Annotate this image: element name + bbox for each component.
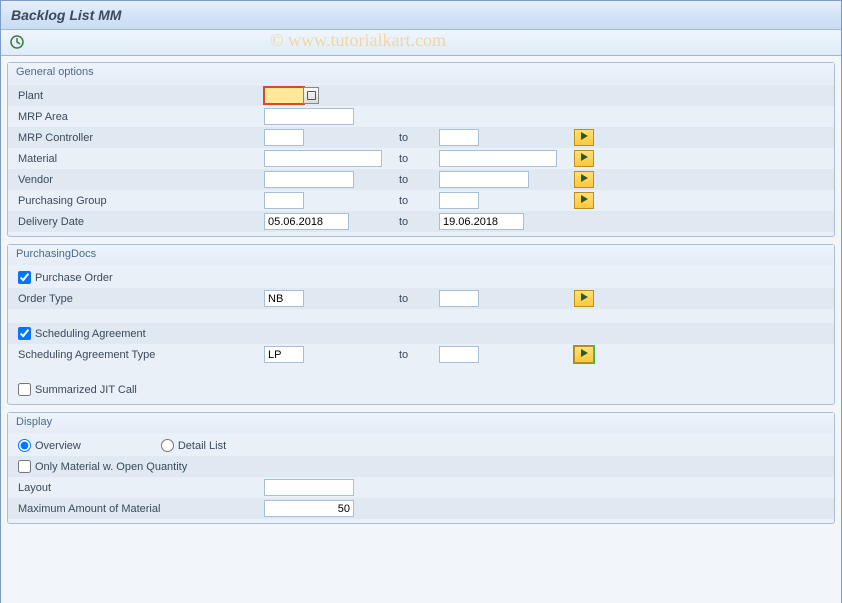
row-order-type: Order Type to: [8, 288, 834, 309]
scheduling-agreement-checkbox[interactable]: [18, 327, 31, 340]
material-label: Material: [16, 153, 264, 165]
multiple-selection-button[interactable]: [574, 150, 594, 167]
scheduling-agreement-label: Scheduling Agreement: [35, 328, 146, 340]
max-material-label: Maximum Amount of Material: [16, 503, 264, 515]
vendor-from-input[interactable]: [264, 171, 354, 188]
multiple-selection-button[interactable]: [574, 129, 594, 146]
detail-list-label: Detail List: [178, 440, 226, 452]
to-label: to: [399, 293, 439, 305]
purchase-order-checkbox[interactable]: [18, 271, 31, 284]
f4-help-icon[interactable]: [303, 87, 319, 104]
mrp-controller-to-input[interactable]: [439, 129, 479, 146]
only-material-open-checkbox[interactable]: [18, 460, 31, 473]
row-mrp-controller: MRP Controller to: [8, 127, 834, 148]
order-type-from-input[interactable]: [264, 290, 304, 307]
group-display: Display Overview Detail List: [7, 412, 835, 524]
overview-label: Overview: [35, 440, 81, 452]
row-view-mode: Overview Detail List: [8, 435, 834, 456]
page-title: Backlog List MM: [11, 7, 121, 23]
group-title-display: Display: [8, 413, 834, 433]
to-label: to: [399, 153, 439, 165]
arrow-right-icon: [581, 349, 588, 357]
group-purchasing-docs: PurchasingDocs Purchase Order Order Type…: [7, 244, 835, 405]
arrow-right-icon: [581, 293, 588, 301]
arrow-right-icon: [581, 195, 588, 203]
group-general-options: General options Plant MRP Area MRP Contr…: [7, 62, 835, 237]
layout-input[interactable]: [264, 479, 354, 496]
to-label: to: [399, 349, 439, 361]
delivery-date-from-input[interactable]: [264, 213, 349, 230]
summarized-jit-checkbox[interactable]: [18, 383, 31, 396]
delivery-date-to-input[interactable]: [439, 213, 524, 230]
vendor-label: Vendor: [16, 174, 264, 186]
row-vendor: Vendor to: [8, 169, 834, 190]
row-summarized-jit: Summarized JIT Call: [8, 379, 834, 400]
plant-input[interactable]: [264, 87, 304, 104]
multiple-selection-button[interactable]: [574, 346, 594, 363]
group-title-general: General options: [8, 63, 834, 83]
material-to-input[interactable]: [439, 150, 557, 167]
to-label: to: [399, 132, 439, 144]
row-sa-type: Scheduling Agreement Type to: [8, 344, 834, 365]
sa-type-to-input[interactable]: [439, 346, 479, 363]
row-purchasing-group: Purchasing Group to: [8, 190, 834, 211]
to-label: to: [399, 216, 439, 228]
mrp-area-input[interactable]: [264, 108, 354, 125]
row-delivery-date: Delivery Date to: [8, 211, 834, 232]
material-from-input[interactable]: [264, 150, 382, 167]
row-purchase-order: Purchase Order: [8, 267, 834, 288]
multiple-selection-button[interactable]: [574, 290, 594, 307]
summarized-jit-label: Summarized JIT Call: [35, 384, 137, 396]
arrow-right-icon: [581, 132, 588, 140]
detail-list-radio[interactable]: [161, 439, 174, 452]
mrp-controller-label: MRP Controller: [16, 132, 264, 144]
content-area: General options Plant MRP Area MRP Contr…: [1, 56, 841, 603]
row-plant: Plant: [8, 85, 834, 106]
title-bar: Backlog List MM: [1, 1, 841, 30]
multiple-selection-button[interactable]: [574, 171, 594, 188]
multiple-selection-button[interactable]: [574, 192, 594, 209]
only-material-open-label: Only Material w. Open Quantity: [35, 461, 187, 473]
sa-type-label: Scheduling Agreement Type: [16, 349, 264, 361]
mrp-area-label: MRP Area: [16, 111, 264, 123]
vendor-to-input[interactable]: [439, 171, 529, 188]
group-title-purchasing: PurchasingDocs: [8, 245, 834, 265]
row-mrp-area: MRP Area: [8, 106, 834, 127]
execute-icon[interactable]: [9, 34, 27, 50]
arrow-right-icon: [581, 153, 588, 161]
row-layout: Layout: [8, 477, 834, 498]
purchasing-group-from-input[interactable]: [264, 192, 304, 209]
purchasing-group-label: Purchasing Group: [16, 195, 264, 207]
delivery-date-label: Delivery Date: [16, 216, 264, 228]
to-label: to: [399, 174, 439, 186]
toolbar: [1, 30, 841, 56]
to-label: to: [399, 195, 439, 207]
mrp-controller-from-input[interactable]: [264, 129, 304, 146]
order-type-label: Order Type: [16, 293, 264, 305]
arrow-right-icon: [581, 174, 588, 182]
sa-type-from-input[interactable]: [264, 346, 304, 363]
order-type-to-input[interactable]: [439, 290, 479, 307]
overview-radio[interactable]: [18, 439, 31, 452]
layout-label: Layout: [16, 482, 264, 494]
max-material-input[interactable]: [264, 500, 354, 517]
purchase-order-label: Purchase Order: [35, 272, 113, 284]
purchasing-group-to-input[interactable]: [439, 192, 479, 209]
row-max-material: Maximum Amount of Material: [8, 498, 834, 519]
row-scheduling-agreement: Scheduling Agreement: [8, 323, 834, 344]
row-material: Material to: [8, 148, 834, 169]
row-only-material-open: Only Material w. Open Quantity: [8, 456, 834, 477]
plant-label: Plant: [16, 90, 264, 102]
